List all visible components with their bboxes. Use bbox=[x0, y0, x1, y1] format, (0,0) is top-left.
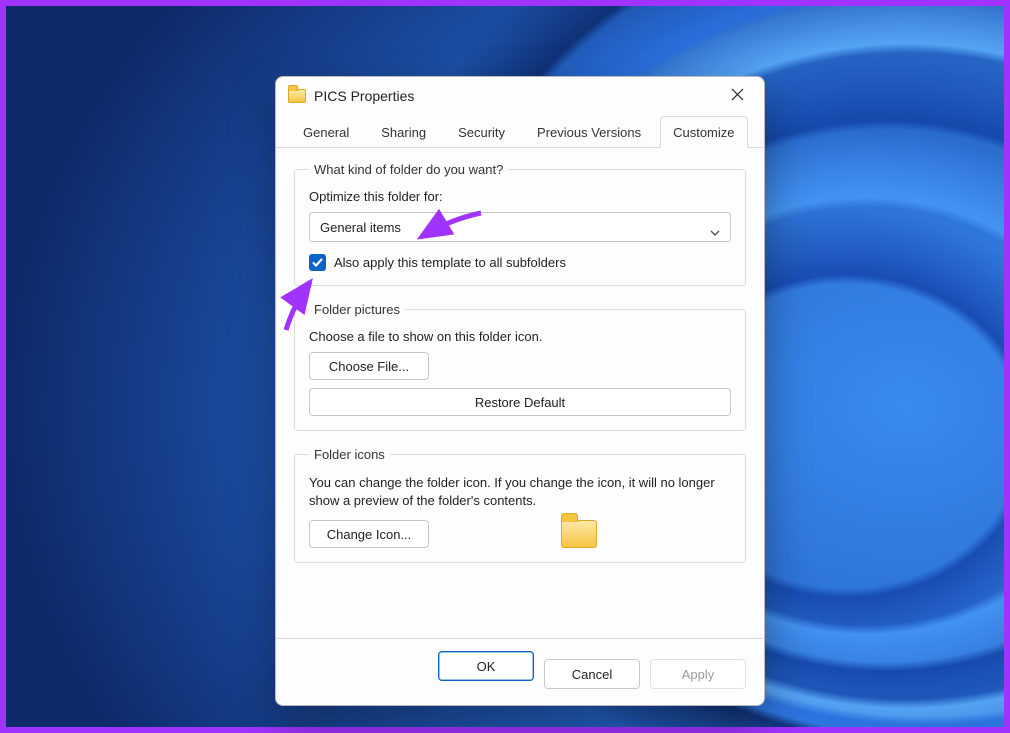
dialog-footer: OK Cancel Apply bbox=[276, 638, 764, 705]
apply-subfolders-label: Also apply this template to all subfolde… bbox=[334, 255, 566, 270]
apply-subfolders-checkbox[interactable] bbox=[309, 254, 326, 271]
tab-sharing[interactable]: Sharing bbox=[368, 116, 439, 148]
optimize-select[interactable]: General items bbox=[309, 212, 731, 242]
folder-icon bbox=[288, 89, 306, 103]
group-folder-kind: What kind of folder do you want? Optimiz… bbox=[294, 162, 746, 286]
titlebar[interactable]: PICS Properties bbox=[276, 77, 764, 115]
tab-general[interactable]: General bbox=[290, 116, 362, 148]
change-icon-button[interactable]: Change Icon... bbox=[309, 520, 429, 548]
properties-dialog: PICS Properties General Sharing Security… bbox=[275, 76, 765, 706]
folder-icon-preview bbox=[561, 520, 597, 548]
close-button[interactable] bbox=[720, 81, 754, 111]
tabs: General Sharing Security Previous Versio… bbox=[276, 115, 764, 148]
optimize-label: Optimize this folder for: bbox=[309, 189, 731, 204]
apply-subfolders-row: Also apply this template to all subfolde… bbox=[309, 254, 731, 271]
cancel-button[interactable]: Cancel bbox=[544, 659, 640, 689]
tab-customize[interactable]: Customize bbox=[660, 116, 747, 148]
choose-file-button[interactable]: Choose File... bbox=[309, 352, 429, 380]
check-icon bbox=[312, 255, 323, 270]
group-folder-pictures-legend: Folder pictures bbox=[309, 302, 405, 317]
tab-previous-versions[interactable]: Previous Versions bbox=[524, 116, 654, 148]
chevron-down-icon bbox=[710, 224, 720, 230]
group-folder-icons-legend: Folder icons bbox=[309, 447, 390, 462]
group-folder-icons: Folder icons You can change the folder i… bbox=[294, 447, 746, 563]
optimize-select-value: General items bbox=[320, 220, 401, 235]
tab-page-customize: What kind of folder do you want? Optimiz… bbox=[276, 148, 764, 638]
window-title: PICS Properties bbox=[314, 88, 720, 104]
restore-default-button[interactable]: Restore Default bbox=[309, 388, 731, 416]
folder-icons-desc: You can change the folder icon. If you c… bbox=[309, 474, 731, 510]
apply-button[interactable]: Apply bbox=[650, 659, 746, 689]
folder-pictures-desc: Choose a file to show on this folder ico… bbox=[309, 329, 731, 344]
close-icon bbox=[731, 88, 744, 104]
ok-button[interactable]: OK bbox=[438, 651, 534, 681]
tab-security[interactable]: Security bbox=[445, 116, 518, 148]
group-folder-pictures: Folder pictures Choose a file to show on… bbox=[294, 302, 746, 431]
group-folder-kind-legend: What kind of folder do you want? bbox=[309, 162, 508, 177]
